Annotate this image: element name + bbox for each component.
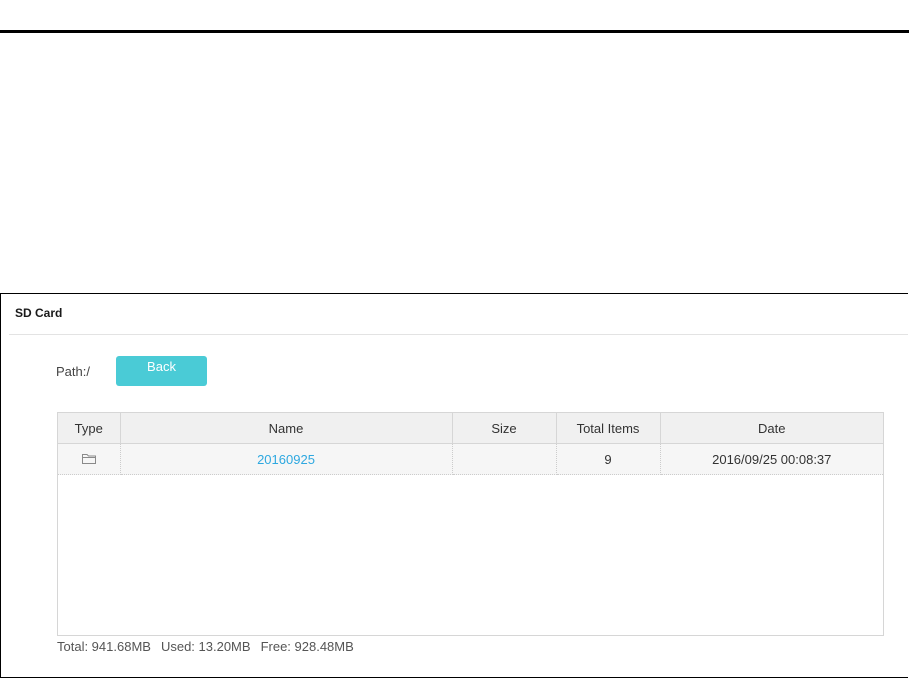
storage-total: Total: 941.68MB [57, 639, 151, 654]
back-button[interactable]: Back [116, 356, 207, 386]
folder-name-link[interactable]: 20160925 [257, 452, 315, 467]
type-cell [58, 443, 121, 475]
storage-used: Used: 13.20MB [160, 639, 251, 654]
storage-summary: Total: 941.68MB Used: 13.20MB Free: 928.48… [57, 639, 364, 654]
name-cell: 20160925 [120, 443, 453, 475]
total-items-cell: 9 [556, 443, 661, 475]
column-header-date[interactable]: Date [660, 413, 883, 444]
sd-card-panel: SD Card Path:/ Back Type Name Size Total… [0, 293, 908, 678]
top-divider [0, 30, 909, 33]
panel-title: SD Card [15, 306, 63, 320]
size-cell [452, 443, 557, 475]
file-table-container: Type Name Size Total Items Date 20160925… [57, 412, 884, 636]
folder-icon [81, 452, 96, 464]
panel-divider [9, 334, 908, 335]
column-header-type[interactable]: Type [58, 413, 121, 444]
table-header-row: Type Name Size Total Items Date [58, 413, 883, 444]
path-label: Path:/ [56, 364, 90, 379]
table-row[interactable]: 20160925 9 2016/09/25 00:08:37 [58, 443, 883, 475]
date-cell: 2016/09/25 00:08:37 [660, 443, 883, 475]
storage-free: Free: 928.48MB [260, 639, 354, 654]
column-header-name[interactable]: Name [120, 413, 453, 444]
column-header-size[interactable]: Size [452, 413, 557, 444]
column-header-total-items[interactable]: Total Items [556, 413, 661, 444]
file-table: Type Name Size Total Items Date 20160925… [58, 413, 883, 475]
